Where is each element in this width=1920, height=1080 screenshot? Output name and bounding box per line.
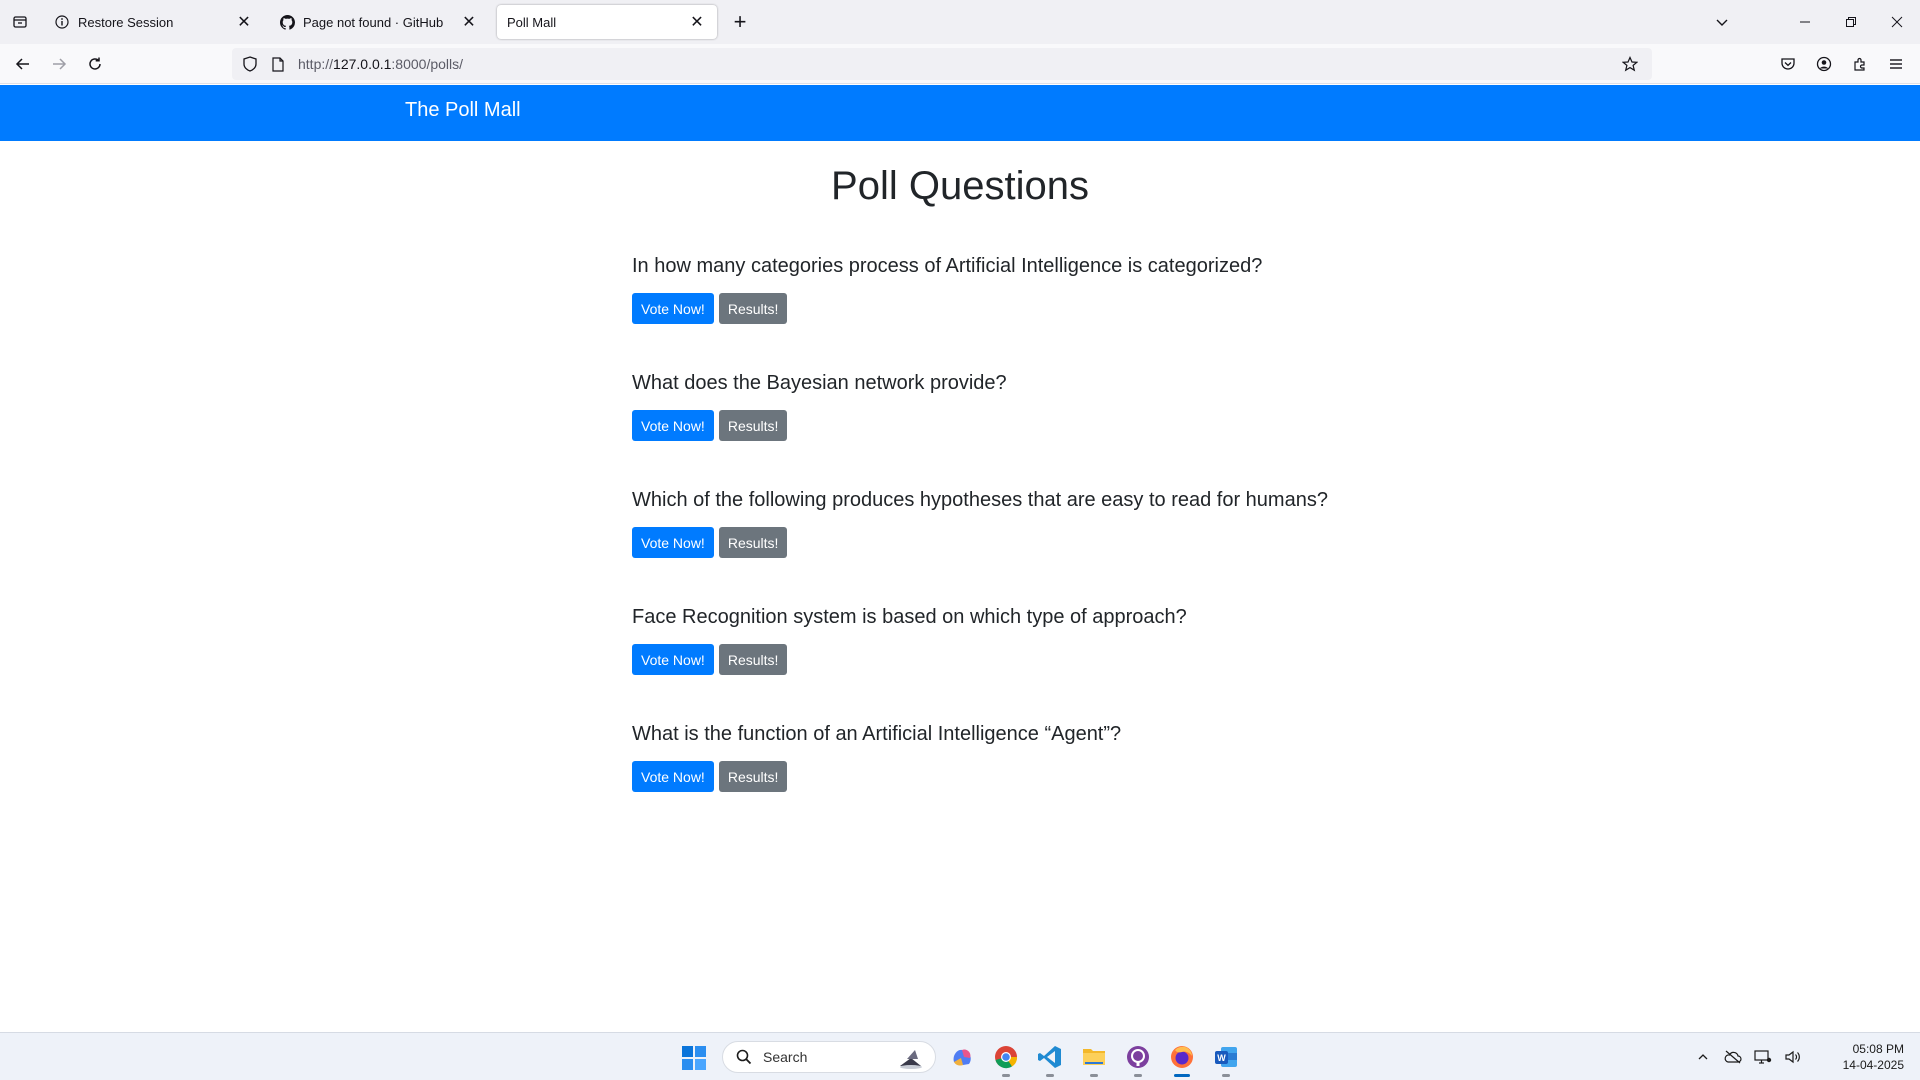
tab-github[interactable]: Page not found · GitHub ✕ <box>269 5 489 39</box>
forward-icon[interactable] <box>45 50 73 78</box>
navbar-brand[interactable]: The Poll Mall <box>405 99 521 122</box>
vote-now-button[interactable]: Vote Now! <box>632 527 714 558</box>
github-icon <box>279 14 295 30</box>
poll-question: What does the Bayesian network provide? <box>632 372 1007 394</box>
clock-time: 05:08 PM <box>1852 1042 1904 1056</box>
active-indicator <box>1174 1074 1190 1077</box>
vscode-icon[interactable] <box>1034 1041 1066 1077</box>
tab-list-icon[interactable] <box>8 10 32 34</box>
firefox-icon[interactable] <box>1166 1041 1198 1077</box>
volume-icon[interactable] <box>1780 1044 1806 1070</box>
vote-now-button[interactable]: Vote Now! <box>632 293 714 324</box>
info-icon <box>54 14 70 30</box>
page-icon[interactable] <box>264 50 292 78</box>
file-explorer-icon[interactable] <box>1078 1041 1110 1077</box>
reload-icon[interactable] <box>81 50 109 78</box>
site-navbar: The Poll Mall <box>0 85 1920 141</box>
poll-question: Which of the following produces hypothes… <box>632 489 1328 511</box>
tab-label: Page not found · GitHub <box>303 14 444 30</box>
taskbar-clock[interactable]: 05:08 PM 14-04-2025 <box>1818 1041 1904 1073</box>
chrome-icon[interactable] <box>990 1041 1022 1077</box>
page-title: Poll Questions <box>831 164 1089 208</box>
poll-actions: Vote Now! Results! <box>632 527 1432 558</box>
poll-item: In how many categories process of Artifi… <box>632 250 1432 367</box>
poll-item: Which of the following produces hypothes… <box>632 484 1432 601</box>
copilot-icon[interactable] <box>946 1041 978 1073</box>
running-indicator <box>1134 1074 1142 1077</box>
list-all-tabs-icon[interactable] <box>1710 10 1734 34</box>
shield-icon[interactable] <box>236 50 264 78</box>
new-tab-button[interactable]: + <box>728 9 752 34</box>
poll-item: What is the function of an Artificial In… <box>632 718 1432 835</box>
results-button[interactable]: Results! <box>718 527 788 558</box>
address-bar[interactable]: http://127.0.0.1:8000/polls/ <box>232 48 1652 80</box>
poll-actions: Vote Now! Results! <box>632 410 1432 441</box>
close-tab-icon[interactable]: ✕ <box>234 12 254 32</box>
poll-actions: Vote Now! Results! <box>632 293 1432 324</box>
restore-icon[interactable] <box>1828 0 1874 44</box>
running-indicator <box>1046 1074 1054 1077</box>
vote-now-button[interactable]: Vote Now! <box>632 644 714 675</box>
windows-start-icon[interactable] <box>681 1045 707 1071</box>
poll-question: In how many categories process of Artifi… <box>632 255 1263 277</box>
pocket-icon[interactable] <box>1774 50 1802 78</box>
poll-item: What does the Bayesian network provide? … <box>632 367 1432 484</box>
poll-question: What is the function of an Artificial In… <box>632 723 1122 745</box>
system-tray: 05:08 PM 14-04-2025 <box>1690 1033 1920 1080</box>
vote-now-button[interactable]: Vote Now! <box>632 410 714 441</box>
browser-navbar: http://127.0.0.1:8000/polls/ <box>0 44 1920 84</box>
results-button[interactable]: Results! <box>718 410 788 441</box>
onedrive-icon[interactable] <box>1720 1044 1746 1070</box>
running-indicator <box>1002 1074 1010 1077</box>
tab-restore-session[interactable]: Restore Session ✕ <box>44 5 264 39</box>
search-icon <box>735 1048 753 1066</box>
toolbar-right <box>1774 50 1910 78</box>
close-window-icon[interactable] <box>1874 0 1920 44</box>
url-prefix: http:// <box>298 56 334 72</box>
account-icon[interactable] <box>1810 50 1838 78</box>
svg-text:W: W <box>1217 1053 1226 1063</box>
poll-question: Face Recognition system is based on whic… <box>632 606 1187 628</box>
close-tab-icon[interactable]: ✕ <box>459 12 479 32</box>
search-highlight-icon <box>897 1046 925 1070</box>
bookmark-star-icon[interactable] <box>1616 50 1644 78</box>
poll-item: Face Recognition system is based on whic… <box>632 601 1432 718</box>
clock-date: 14-04-2025 <box>1842 1058 1904 1072</box>
results-button[interactable]: Results! <box>718 761 788 792</box>
url-path: :8000/polls/ <box>391 56 464 72</box>
taskbar: Search W 05:08 PM 14-04-2025 <box>0 1032 1920 1080</box>
results-button[interactable]: Results! <box>718 644 788 675</box>
poll-list: In how many categories process of Artifi… <box>632 250 1432 835</box>
word-icon[interactable]: W <box>1210 1041 1242 1077</box>
taskbar-search[interactable]: Search <box>722 1041 936 1073</box>
vote-now-button[interactable]: Vote Now! <box>632 761 714 792</box>
tab-poll-mall[interactable]: Poll Mall ✕ <box>497 5 717 39</box>
github-desktop-icon[interactable] <box>1122 1041 1154 1077</box>
search-placeholder: Search <box>763 1049 808 1065</box>
back-icon[interactable] <box>9 50 37 78</box>
running-indicator <box>1222 1074 1230 1077</box>
window-controls <box>1782 0 1920 44</box>
running-indicator <box>1090 1074 1098 1077</box>
network-icon[interactable] <box>1750 1044 1776 1070</box>
url-text: http://127.0.0.1:8000/polls/ <box>298 56 463 72</box>
tab-label: Poll Mall <box>507 14 557 30</box>
url-host: 127.0.0.1 <box>333 56 392 72</box>
chevron-up-icon[interactable] <box>1690 1044 1716 1070</box>
close-tab-icon[interactable]: ✕ <box>687 12 707 32</box>
extensions-icon[interactable] <box>1846 50 1874 78</box>
poll-actions: Vote Now! Results! <box>632 644 1432 675</box>
results-button[interactable]: Results! <box>718 293 788 324</box>
tab-label: Restore Session <box>78 14 174 30</box>
poll-actions: Vote Now! Results! <box>632 761 1432 792</box>
menu-icon[interactable] <box>1882 50 1910 78</box>
browser-tabstrip: Restore Session ✕ Page not found · GitHu… <box>0 0 1920 44</box>
minimize-icon[interactable] <box>1782 0 1828 44</box>
